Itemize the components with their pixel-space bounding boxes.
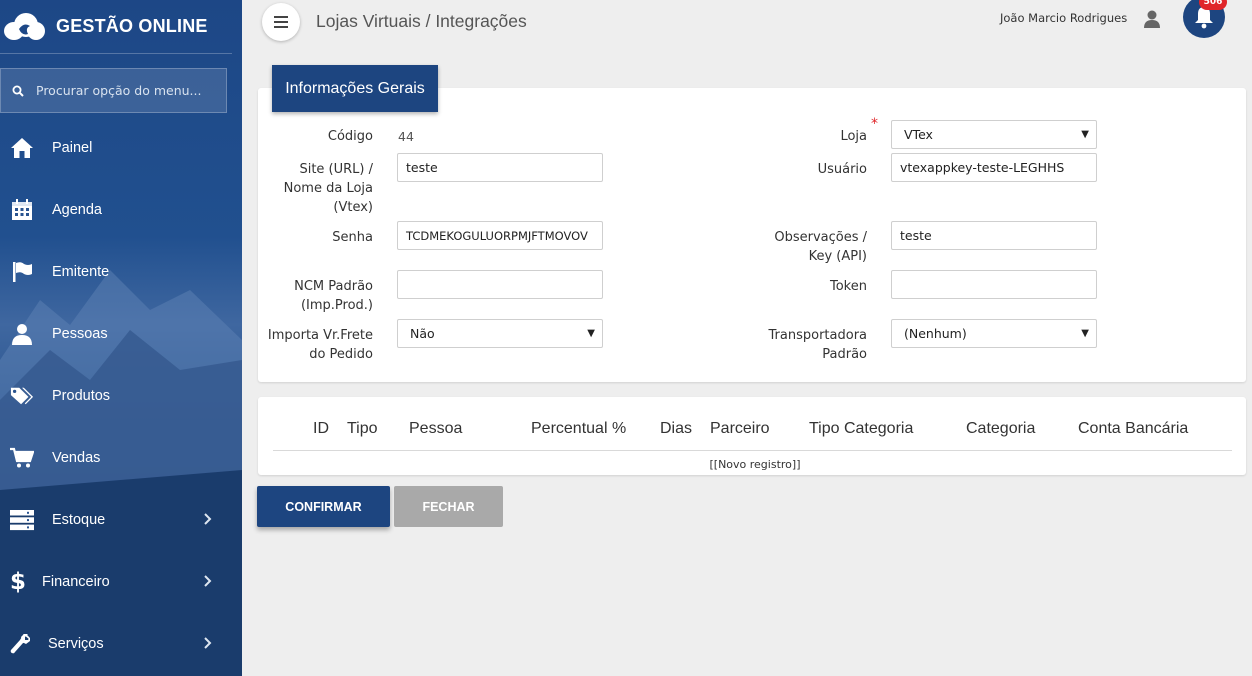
usuario-label: Usuário <box>817 162 867 177</box>
flag-icon <box>10 260 34 284</box>
column-header-pessoa[interactable]: Pessoa <box>409 420 462 438</box>
sidebar-item-vendas[interactable]: Vendas <box>0 427 242 489</box>
sidebar-item-label: Produtos <box>52 388 111 404</box>
tab-general-info[interactable]: Informações Gerais <box>272 65 438 112</box>
user-name[interactable]: João Marcio Rodrigues <box>1000 11 1127 25</box>
transportadora-label-line: Padrão <box>822 347 867 362</box>
sidebar-item-label: Agenda <box>52 202 102 218</box>
transportadora-selected: (Nenhum) <box>904 326 967 341</box>
site-label-line: (Vtex) <box>333 200 373 215</box>
brand[interactable]: GESTÃO ONLINE <box>0 0 232 54</box>
notification-count-badge: 506 <box>1199 0 1227 10</box>
cart-icon <box>10 446 34 470</box>
chevron-right-icon <box>204 575 212 587</box>
sidebar-item-produtos[interactable]: Produtos <box>0 365 242 427</box>
close-button[interactable]: FECHAR <box>394 486 503 527</box>
dropdown-arrow-icon: ▼ <box>1081 129 1089 140</box>
dollar-icon: $ <box>9 569 26 595</box>
chevron-right-icon <box>204 637 212 649</box>
site-label-line: Site (URL) / <box>299 162 373 177</box>
chevron-right-icon <box>204 513 212 525</box>
sidebar-item-servicos[interactable]: Serviços <box>0 613 242 675</box>
wrench-icon <box>8 632 32 656</box>
importa-frete-label-line: do Pedido <box>309 347 373 362</box>
menu-toggle-button[interactable] <box>262 3 300 41</box>
loja-selected: VTex <box>904 127 933 142</box>
codigo-value: 44 <box>398 129 414 144</box>
token-label: Token <box>830 279 867 294</box>
column-header-conta-bancaria[interactable]: Conta Bancária <box>1078 420 1188 438</box>
loja-label: Loja <box>840 129 867 144</box>
sidebar-item-label: Vendas <box>52 450 101 466</box>
home-icon <box>10 136 34 160</box>
sidebar: GESTÃO ONLINE Painel Agenda <box>0 0 242 676</box>
cloud-logo-icon <box>4 12 45 40</box>
sidebar-item-financeiro[interactable]: $ Financeiro <box>0 551 242 613</box>
site-label: Site (URL) / Nome da Loja (Vtex) <box>262 160 373 217</box>
tags-icon <box>10 384 34 408</box>
token-input[interactable] <box>891 270 1097 299</box>
app-title: GESTÃO ONLINE <box>56 16 208 36</box>
search-icon <box>12 85 24 97</box>
column-header-dias[interactable]: Dias <box>660 420 692 438</box>
sidebar-item-label: Financeiro <box>42 574 110 590</box>
importa-frete-label-line: Importa Vr.Frete <box>267 328 373 343</box>
sidebar-item-pessoas[interactable]: Pessoas <box>0 303 242 365</box>
sidebar-item-label: Painel <box>52 140 93 156</box>
importa-frete-selected: Não <box>410 326 435 341</box>
topbar: Lojas Virtuais / Integrações João Marcio… <box>242 0 1252 44</box>
table-divider <box>273 450 1232 451</box>
column-header-parceiro[interactable]: Parceiro <box>710 420 770 438</box>
menu-search-input[interactable] <box>36 83 216 98</box>
transportadora-label: Transportadora Padrão <box>740 326 867 364</box>
senha-input[interactable]: TCDMEKOGULUORPMJFTMOVOV <box>397 221 603 250</box>
observacoes-label: Observações / Key (API) <box>740 228 867 266</box>
dropdown-arrow-icon: ▼ <box>1081 328 1089 339</box>
column-header-tipo-categoria[interactable]: Tipo Categoria <box>809 420 913 438</box>
ncm-label: NCM Padrão (Imp.Prod.) <box>262 277 373 315</box>
hamburger-icon <box>274 16 288 28</box>
site-label-line: Nome da Loja <box>283 181 373 196</box>
observacoes-label-line: Key (API) <box>808 249 867 264</box>
column-header-percentual[interactable]: Percentual % <box>531 420 626 438</box>
ncm-label-line: (Imp.Prod.) <box>300 298 373 313</box>
breadcrumb: Lojas Virtuais / Integrações <box>316 11 527 31</box>
codigo-label: Código <box>327 129 373 144</box>
dropdown-arrow-icon: ▼ <box>587 328 595 339</box>
importa-frete-select[interactable]: Não ▼ <box>397 319 603 348</box>
person-icon <box>10 322 34 346</box>
sidebar-item-label: Emitente <box>52 264 110 280</box>
sidebar-menu: Painel Agenda Emitente Pessoas Produtos … <box>0 117 242 675</box>
usuario-input[interactable]: vtexappkey-teste-LEGHHS <box>891 153 1097 182</box>
site-input[interactable]: teste <box>397 153 603 182</box>
ncm-input[interactable] <box>397 270 603 299</box>
sidebar-item-emitente[interactable]: Emitente <box>0 241 242 303</box>
column-header-id[interactable]: ID <box>313 420 329 438</box>
server-icon <box>10 508 34 532</box>
required-marker: * <box>871 116 878 132</box>
sidebar-item-agenda[interactable]: Agenda <box>0 179 242 241</box>
transportadora-label-line: Transportadora <box>768 328 867 343</box>
column-header-categoria[interactable]: Categoria <box>966 420 1035 438</box>
calendar-icon <box>10 198 34 222</box>
user-icon[interactable] <box>1142 9 1162 29</box>
senha-label: Senha <box>332 230 373 245</box>
transportadora-select[interactable]: (Nenhum) ▼ <box>891 319 1097 348</box>
sidebar-item-label: Estoque <box>52 512 106 528</box>
loja-select[interactable]: VTex ▼ <box>891 120 1097 149</box>
confirm-button[interactable]: CONFIRMAR <box>257 486 390 527</box>
observacoes-input[interactable]: teste <box>891 221 1097 250</box>
sidebar-item-label: Serviços <box>48 636 104 652</box>
importa-frete-label: Importa Vr.Frete do Pedido <box>262 326 373 364</box>
column-header-tipo[interactable]: Tipo <box>347 420 378 438</box>
new-record-link[interactable]: [[Novo registro]] <box>690 458 820 471</box>
ncm-label-line: NCM Padrão <box>294 279 373 294</box>
sidebar-item-painel[interactable]: Painel <box>0 117 242 179</box>
sidebar-item-estoque[interactable]: Estoque <box>0 489 242 551</box>
menu-search <box>0 68 227 113</box>
observacoes-label-line: Observações / <box>774 230 867 245</box>
sidebar-item-label: Pessoas <box>52 326 108 342</box>
